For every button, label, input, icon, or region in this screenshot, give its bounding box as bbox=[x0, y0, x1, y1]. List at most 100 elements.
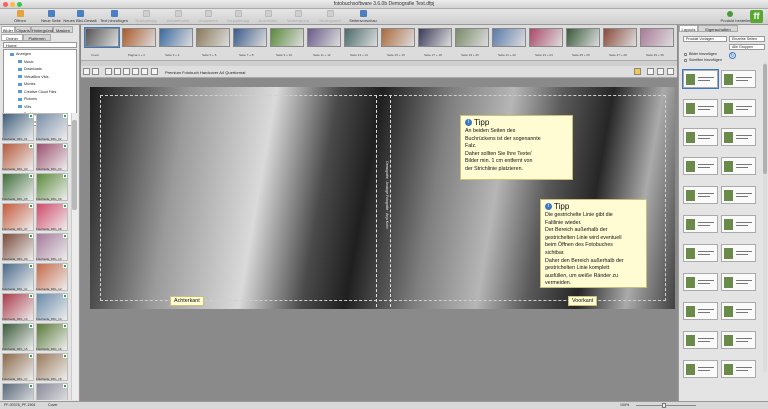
window-title: fotobuchsoftware 3.6.0b Demografie Test.… bbox=[333, 1, 435, 7]
layout-thumbnail[interactable] bbox=[721, 128, 756, 146]
page-label: Seite 21 + 22 bbox=[498, 53, 516, 57]
tab-properties[interactable]: Eigenschaften bbox=[698, 25, 738, 32]
layout-thumbnail[interactable] bbox=[721, 302, 756, 320]
page-thumbnail-7[interactable] bbox=[344, 28, 378, 47]
tree-item[interactable]: Anzeigen bbox=[10, 52, 31, 56]
template-select[interactable]: Produkt Vorlagen bbox=[683, 36, 727, 42]
layout-image bbox=[724, 364, 733, 375]
frame-icon[interactable] bbox=[114, 68, 121, 75]
toolbar-label: Rückgängig bbox=[135, 18, 157, 23]
subtab-0[interactable]: Ordner bbox=[1, 34, 23, 41]
page-thumbnail-0[interactable] bbox=[84, 27, 120, 48]
image-fit-icon[interactable] bbox=[123, 68, 130, 75]
page-label: Seite 15 + 16 bbox=[387, 53, 405, 57]
tree-item[interactable]: Creative Cloud Files bbox=[18, 90, 56, 94]
photo-label: Fotofuella_IMG_09 bbox=[2, 257, 28, 261]
copy-icon[interactable] bbox=[647, 68, 654, 75]
folder-select[interactable]: Home bbox=[3, 42, 77, 48]
layout-thumbnail[interactable] bbox=[721, 70, 756, 88]
page-thumbnail-9[interactable] bbox=[418, 28, 452, 47]
layout-thumbnail[interactable] bbox=[683, 302, 718, 320]
tab-1[interactable]: Cliparts bbox=[15, 26, 31, 33]
warning-icon[interactable] bbox=[634, 68, 641, 75]
toolbar-button-3[interactable]: Text hinzufügen bbox=[96, 10, 132, 24]
page-thumbnail-11[interactable] bbox=[492, 28, 526, 47]
layout-line bbox=[698, 367, 714, 368]
layout-thumbnail[interactable] bbox=[683, 360, 718, 378]
page-thumbnail-8[interactable] bbox=[381, 28, 415, 47]
tree-item-label: Creative Cloud Files bbox=[24, 89, 57, 94]
layout-thumbnail[interactable] bbox=[721, 244, 756, 262]
hand-icon[interactable] bbox=[141, 68, 148, 75]
tree-item[interactable]: VirtualBox VMs bbox=[18, 75, 49, 79]
layout-thumbnail[interactable] bbox=[683, 244, 718, 262]
layout-thumbnail[interactable] bbox=[721, 157, 756, 175]
layout-thumbnail[interactable] bbox=[683, 128, 718, 146]
layout-thumbnail[interactable] bbox=[721, 186, 756, 204]
toolbar-button-2[interactable]: Neues Bild-Gestalt bbox=[62, 10, 98, 24]
layout-thumbnail[interactable] bbox=[683, 273, 718, 291]
photo-scroll-thumb[interactable] bbox=[72, 120, 77, 210]
page-thumbnail-14[interactable] bbox=[603, 28, 637, 47]
layout-thumbnail[interactable] bbox=[721, 360, 756, 378]
layout-thumbnail[interactable] bbox=[683, 331, 718, 349]
page-thumbnail-4[interactable] bbox=[233, 28, 267, 47]
tab-0[interactable]: Bilder bbox=[1, 26, 15, 33]
refresh-icon[interactable]: ↻ bbox=[729, 52, 736, 59]
page-thumbnail-3[interactable] bbox=[196, 28, 230, 47]
page-thumbnail-5[interactable] bbox=[270, 28, 304, 47]
subtab-1[interactable]: Plattenen bbox=[23, 34, 51, 41]
delete-icon[interactable] bbox=[667, 68, 674, 75]
product-order-button[interactable]: Produkt bestellen bbox=[718, 18, 754, 23]
toolbar-icon bbox=[359, 10, 367, 17]
layout-line bbox=[736, 77, 752, 78]
tree-item[interactable]: Music bbox=[18, 60, 33, 64]
tab-layouts[interactable]: Layouts bbox=[679, 25, 698, 32]
page-thumbnail-2[interactable] bbox=[159, 28, 193, 47]
zoom-slider-handle[interactable] bbox=[662, 403, 666, 408]
tree-item[interactable]: Movies bbox=[18, 82, 35, 86]
tab-2[interactable]: Hintergründe bbox=[31, 26, 55, 33]
layout-line bbox=[736, 193, 752, 194]
layers-icon[interactable] bbox=[92, 68, 99, 75]
page-thumbnail-6[interactable] bbox=[307, 28, 341, 47]
spine-text[interactable]: Demografie · Analoge Fotografie · Anja K… bbox=[385, 155, 389, 235]
tree-item[interactable]: VMs bbox=[18, 105, 31, 109]
layout-thumbnail[interactable] bbox=[721, 331, 756, 349]
toolbar-button-11[interactable]: Seitenvorschau bbox=[345, 10, 381, 24]
layout-line bbox=[736, 135, 752, 136]
info-icon: i bbox=[465, 119, 472, 127]
layout-scroll-thumb[interactable] bbox=[763, 64, 767, 174]
layout-thumbnail[interactable] bbox=[721, 99, 756, 117]
page-thumbnail-12[interactable] bbox=[529, 28, 563, 47]
layout-thumbnail[interactable] bbox=[682, 69, 719, 89]
zoom-slider[interactable] bbox=[636, 405, 696, 406]
photo-label: Fotofuella_IMG_04 bbox=[36, 167, 62, 171]
page-thumbnail-1[interactable] bbox=[122, 28, 156, 47]
pages-select[interactable]: Einzelne Seiten bbox=[729, 36, 765, 42]
layout-image bbox=[686, 74, 695, 85]
paste-icon[interactable] bbox=[657, 68, 664, 75]
tree-item[interactable]: Downloads bbox=[18, 67, 42, 71]
layout-thumbnail[interactable] bbox=[683, 157, 718, 175]
crop-icon[interactable] bbox=[132, 68, 139, 75]
page-thumbnail-15[interactable] bbox=[640, 28, 674, 47]
layout-thumbnail[interactable] bbox=[683, 215, 718, 233]
layout-thumbnail[interactable] bbox=[721, 273, 756, 291]
add-images-checkbox[interactable]: Bilder hinzufügen bbox=[684, 52, 717, 56]
tree-item[interactable]: Pictures bbox=[18, 97, 37, 101]
tab-3[interactable]: Masken bbox=[53, 26, 73, 33]
check-icon bbox=[63, 174, 67, 178]
grid-icon[interactable] bbox=[105, 68, 112, 75]
group-select[interactable]: Alle Gruppen bbox=[729, 44, 765, 50]
folder-icon bbox=[18, 75, 22, 79]
add-fonts-checkbox[interactable]: Schriften hinzufügen bbox=[684, 58, 722, 62]
layout-thumbnail[interactable] bbox=[683, 99, 718, 117]
pencil-icon[interactable] bbox=[83, 68, 90, 75]
layout-thumbnail[interactable] bbox=[683, 186, 718, 204]
zoom-icon[interactable] bbox=[151, 68, 158, 75]
page-thumbnail-10[interactable] bbox=[455, 28, 489, 47]
product-order-icon[interactable] bbox=[727, 11, 733, 17]
page-thumbnail-13[interactable] bbox=[566, 28, 600, 47]
layout-thumbnail[interactable] bbox=[721, 215, 756, 233]
